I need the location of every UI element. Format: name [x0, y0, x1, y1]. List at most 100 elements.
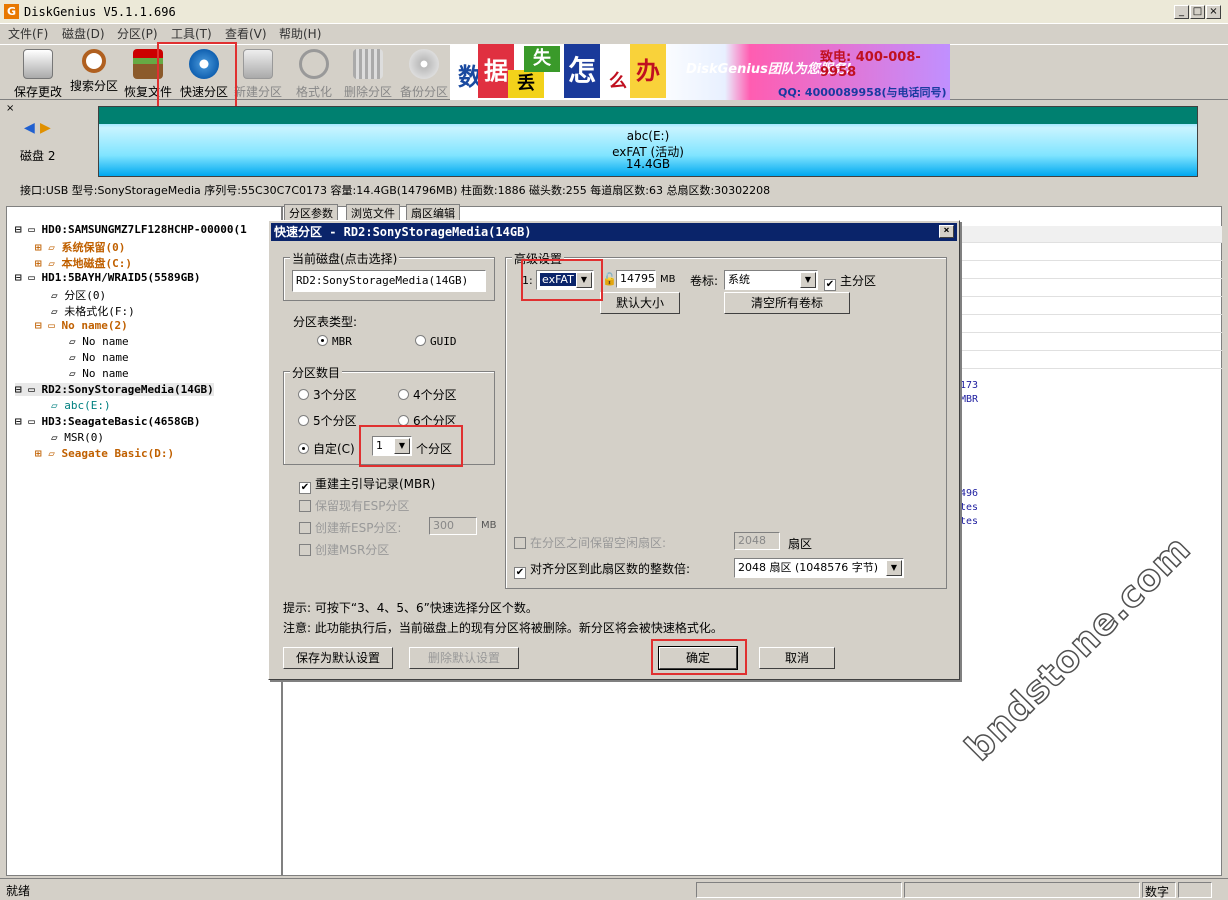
tree-node-rd2[interactable]: ⊟ ▭ RD2:SonyStorageMedia(14GB): [15, 383, 214, 396]
lock-icon[interactable]: 🔓: [602, 272, 617, 286]
tree-node-no-name-2[interactable]: ⊟ ▭ No name(2): [35, 319, 128, 332]
menu-bar: 文件(F) 磁盘(D) 分区(P) 工具(T) 查看(V) 帮助(H): [0, 24, 1228, 42]
reserve-free-sectors-checkbox[interactable]: 在分区之间保留空闲扇区:: [514, 534, 666, 551]
tab-browse-files[interactable]: 浏览文件: [346, 204, 400, 220]
prev-disk-icon[interactable]: ◀: [24, 120, 35, 136]
save-changes-button[interactable]: 保存更改: [10, 49, 66, 101]
default-size-button[interactable]: 默认大小: [600, 292, 680, 314]
details-row: [954, 334, 1222, 351]
custom-count-radio[interactable]: 自定(C): [298, 440, 355, 457]
keep-esp-checkbox[interactable]: 保留现有ESP分区: [299, 497, 409, 514]
status-text: 就绪: [6, 884, 31, 898]
delete-partition-button[interactable]: 删除分区: [340, 49, 396, 101]
backup-partition-button[interactable]: 备份分区: [396, 49, 452, 101]
maximize-button[interactable]: □: [1190, 5, 1205, 19]
current-disk-group: 当前磁盘(点击选择) RD2:SonyStorageMedia(14GB): [283, 250, 495, 301]
advanced-settings-group: 高级设置 1: exFAT ▼ 🔓 14795 MB 卷标: 系统 ▼ ✔ 主分区 默…: [505, 250, 947, 589]
details-row: [954, 244, 1222, 261]
create-esp-checkbox[interactable]: 创建新ESP分区:: [299, 519, 401, 536]
menu-partition[interactable]: 分区(P): [117, 25, 158, 42]
current-disk-select[interactable]: RD2:SonyStorageMedia(14GB): [292, 270, 486, 292]
format-button[interactable]: 格式化: [286, 49, 342, 101]
tab-sector-edit[interactable]: 扇区编辑: [406, 204, 460, 220]
tool-label: 搜索分区: [69, 79, 118, 93]
align-sectors-select[interactable]: 2048 扇区 (1048576 字节) ▼: [734, 558, 904, 578]
tool-label: 保存更改: [13, 85, 62, 99]
align-partition-checkbox[interactable]: ✔ 对齐分区到此扇区数的整数倍:: [514, 560, 690, 579]
rebuild-mbr-checkbox[interactable]: ✔ 重建主引导记录(MBR): [299, 475, 435, 494]
tree-node-seagate-d[interactable]: ⊞ ▱ Seagate Basic(D:): [35, 447, 174, 460]
create-msr-checkbox[interactable]: 创建MSR分区: [299, 541, 389, 558]
search-partition-button[interactable]: 搜索分区: [66, 49, 122, 101]
minimize-button[interactable]: _: [1174, 5, 1189, 19]
quick-partition-dialog: 快速分区 - RD2:SonyStorageMedia(14GB) × 当前磁盘…: [268, 220, 960, 680]
delete-default-button[interactable]: 删除默认设置: [409, 647, 519, 669]
close-button[interactable]: ×: [1206, 5, 1221, 19]
details-text: tes: [960, 502, 979, 513]
reserve-sectors-input[interactable]: 2048: [734, 532, 780, 550]
tree-node-unformatted-f[interactable]: ▱ 未格式化(F:): [51, 303, 135, 319]
primary-partition-checkbox[interactable]: ✔ 主分区: [824, 272, 876, 291]
new-partition-button[interactable]: 新建分区: [230, 49, 286, 101]
tree-node-no-name[interactable]: ▱ No name: [69, 351, 129, 364]
tree-node-msr[interactable]: ▱ MSR(0): [51, 431, 104, 444]
esp-unit: MB: [481, 520, 497, 531]
details-row: [954, 226, 1222, 243]
tree-node-hd3[interactable]: ⊟ ▭ HD3:SeagateBasic(4658GB): [15, 415, 200, 428]
tree-node-no-name[interactable]: ▱ No name: [69, 335, 129, 348]
save-default-button[interactable]: 保存为默认设置: [283, 647, 393, 669]
menu-view[interactable]: 查看(V): [225, 25, 267, 42]
details-text: 173: [960, 380, 979, 391]
highlight-quick-partition: [157, 42, 237, 108]
menu-tools[interactable]: 工具(T): [171, 25, 212, 42]
mbr-radio[interactable]: MBR: [317, 335, 352, 348]
banner-char: 办: [630, 44, 666, 98]
guid-radio[interactable]: GUID: [415, 335, 457, 348]
highlight-custom-count: [359, 425, 463, 467]
count-4-radio[interactable]: 4个分区: [398, 386, 457, 403]
new-partition-icon: [243, 49, 273, 79]
disk-info-bar: 接口:USB 型号:SonyStorageMedia 序列号:55C30C7C0…: [20, 184, 771, 197]
tree-node-hd0[interactable]: ⊟ ▭ HD0:SAMSUNGMZ7LF128HCHP-00000(1: [15, 223, 247, 236]
cancel-button[interactable]: 取消: [759, 647, 835, 669]
menu-file[interactable]: 文件(F): [8, 25, 48, 42]
next-disk-icon[interactable]: ▶: [40, 120, 51, 136]
partition-bar-abc[interactable]: abc(E:) exFAT (活动) 14.4GB: [98, 106, 1198, 177]
tree-node-abc-e[interactable]: ▱ abc(E:): [51, 399, 111, 412]
banner-char: 怎: [564, 44, 600, 98]
tree-node-hd1[interactable]: ⊟ ▭ HD1:5BAYH/WRAID5(5589GB): [15, 271, 200, 284]
partition-size-input[interactable]: 14795: [616, 270, 656, 288]
tab-partition-params[interactable]: 分区参数: [284, 204, 338, 220]
hint-text: 提示: 可按下“3、4、5、6”快速选择分区个数。: [283, 601, 538, 615]
details-row: [954, 352, 1222, 369]
tree-node-partition-0[interactable]: ▱ 分区(0): [51, 287, 106, 303]
count-5-radio[interactable]: 5个分区: [298, 412, 357, 429]
details-row: [954, 280, 1222, 297]
tool-label: 新建分区: [233, 85, 282, 99]
reserve-unit: 扇区: [788, 537, 813, 551]
group-title: 当前磁盘(点击选择): [290, 250, 400, 267]
tree-node-no-name[interactable]: ▱ No name: [69, 367, 129, 380]
promo-banner[interactable]: 数 据 丢 失 怎 么 办 DiskGenius团队为您服务! 致电: 400-…: [450, 44, 950, 100]
status-bar: 就绪 数字: [0, 878, 1228, 900]
count-3-radio[interactable]: 3个分区: [298, 386, 357, 403]
tool-label: 格式化: [295, 85, 332, 99]
banner-phone: 致电: 400-008-9958: [820, 50, 921, 80]
title-bar: G DiskGenius V5.1.1.696 _ □ ×: [0, 0, 1228, 24]
menu-help[interactable]: 帮助(H): [279, 25, 321, 42]
backup-icon: [409, 49, 439, 79]
app-logo-icon: G: [4, 4, 19, 19]
tree-node-system-reserved[interactable]: ⊞ ▱ 系统保留(0): [35, 239, 125, 255]
details-text: MBR: [960, 394, 979, 405]
clear-all-labels-button[interactable]: 清空所有卷标: [724, 292, 850, 314]
disk-label: 磁盘 2: [20, 149, 56, 163]
tree-node-local-disk-c[interactable]: ⊞ ▱ 本地磁盘(C:): [35, 255, 132, 271]
details-text: tes: [960, 516, 979, 527]
esp-size-input[interactable]: 300: [429, 517, 477, 535]
volume-label-select[interactable]: 系统 ▼: [724, 270, 818, 290]
details-row: [954, 298, 1222, 315]
group-title: 分区数目: [290, 364, 343, 381]
dialog-close-button[interactable]: ×: [939, 225, 954, 238]
disk-panel-close-icon[interactable]: ×: [6, 103, 14, 114]
menu-disk[interactable]: 磁盘(D): [62, 25, 105, 42]
